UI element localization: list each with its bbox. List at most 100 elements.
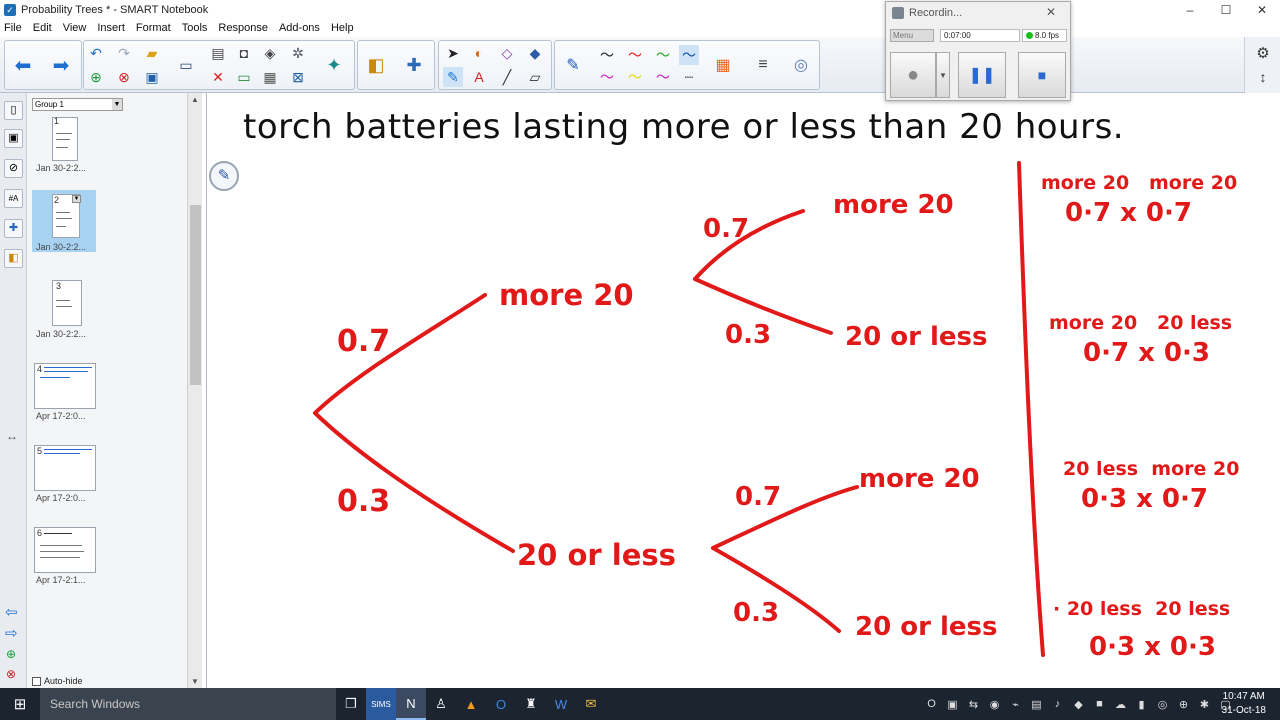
sorter-delete-page-icon[interactable]: ⊗ — [6, 667, 16, 681]
page-thumbnail-2[interactable]: 2 ▼ Jan 30-2:2... — [32, 190, 96, 252]
delete-page-icon[interactable]: ⊗ — [114, 67, 134, 87]
scroll-up-icon[interactable]: ▲ — [191, 95, 199, 104]
clear-icon[interactable]: ✕ — [208, 67, 228, 87]
tray-icon-6[interactable]: ▤ — [1026, 698, 1047, 711]
menu-insert[interactable]: Insert — [97, 22, 125, 34]
addons-tab-icon[interactable]: ✚ — [4, 219, 23, 238]
word-icon[interactable]: W — [546, 688, 576, 720]
pen-yellow-icon[interactable]: 〜 — [625, 67, 645, 87]
volume-icon[interactable]: ♪ — [1047, 698, 1068, 710]
menu-help[interactable]: Help — [331, 22, 354, 34]
tray-icon-12[interactable]: ◎ — [1152, 698, 1173, 711]
pen-magenta-icon[interactable]: 〜 — [597, 67, 617, 87]
resize-sidebar-icon[interactable]: ↔ — [6, 429, 18, 443]
previous-page-icon[interactable]: ⬅ — [13, 55, 33, 77]
scroll-down-icon[interactable]: ▼ — [191, 677, 199, 686]
task-view-icon[interactable]: ❐ — [336, 688, 366, 720]
page-thumbnail-4[interactable]: 4 Apr 17-2:0... — [32, 361, 96, 423]
tray-icon-9[interactable]: ■ — [1089, 698, 1110, 710]
clock[interactable]: 10:47 AM 31-Oct-18 — [1222, 690, 1266, 718]
eraser-icon[interactable]: ◇ — [497, 43, 517, 63]
tray-icon-1[interactable]: O — [921, 698, 942, 710]
transparency-icon[interactable]: ◎ — [791, 55, 811, 75]
recorder-close-icon[interactable]: ✕ — [1046, 5, 1056, 19]
start-button[interactable]: ⊞ — [0, 688, 40, 720]
add-page-icon[interactable]: ⊕ — [86, 67, 106, 87]
page-thumbnail-3[interactable]: 3 Jan 30-2:2... — [32, 278, 96, 340]
record-button[interactable]: ● — [890, 52, 936, 98]
whiteboard-canvas[interactable]: torch batteries lasting more or less tha… — [206, 93, 1280, 688]
onedrive-icon[interactable]: ☁ — [1110, 698, 1131, 711]
display-icon[interactable]: ▭ — [176, 55, 196, 75]
text-icon[interactable]: A — [469, 67, 489, 87]
autohide-option[interactable]: Auto-hide — [32, 676, 83, 686]
activity-builder-icon[interactable]: ✦ — [324, 55, 344, 75]
tray-icon-8[interactable]: ◆ — [1068, 698, 1089, 711]
menu-tools[interactable]: Tools — [182, 22, 208, 34]
page-thumbnail-1[interactable]: 1 Jan 30-2:2... — [32, 115, 96, 177]
menu-format[interactable]: Format — [136, 22, 171, 34]
autohide-checkbox[interactable] — [32, 676, 41, 686]
sims-app-icon[interactable]: SIMS — [366, 688, 396, 720]
sorter-scrollbar[interactable]: ▲ ▼ — [187, 93, 202, 688]
tray-icon-2[interactable]: ▣ — [942, 698, 963, 711]
sorter-left-arrow-icon[interactable]: ⇦ — [5, 603, 18, 621]
paste-icon[interactable]: ▤ — [208, 43, 228, 63]
screen-shade-icon[interactable]: ▭ — [234, 67, 254, 87]
screen-capture-icon[interactable]: ◘ — [234, 43, 254, 63]
tray-icon-11[interactable]: ▮ — [1131, 698, 1152, 711]
close-page-icon[interactable]: ⊠ — [288, 67, 308, 87]
tools-icon[interactable]: ✲ — [288, 43, 308, 63]
gallery-icon[interactable]: ◧ — [366, 55, 386, 75]
page-thumbnail-5[interactable]: 5 Apr 17-2:0... — [32, 443, 96, 505]
undo-icon[interactable]: ↶ — [86, 43, 106, 63]
save-icon[interactable]: ▣ — [142, 67, 162, 87]
pen-blue-icon[interactable]: 〜 — [679, 45, 699, 65]
document-camera-icon[interactable]: ◈ — [260, 43, 280, 63]
scrollbar-thumb[interactable] — [190, 205, 201, 385]
next-page-icon[interactable]: ➡ — [51, 55, 71, 77]
network-icon[interactable]: ⊕ — [1173, 698, 1194, 711]
pen-purple-icon[interactable]: 〜 — [653, 67, 673, 87]
gear-icon[interactable]: ⚙ — [1253, 43, 1273, 63]
pen-type-icon[interactable]: ✎ — [563, 55, 583, 75]
smart-notebook-app-icon[interactable]: N — [396, 688, 426, 720]
select-icon[interactable]: ➤ — [443, 43, 463, 63]
magic-pen-icon[interactable]: ◐ — [469, 43, 489, 63]
app-icon-7[interactable]: ♜ — [516, 688, 546, 720]
tray-icon-3[interactable]: ⇆ — [963, 698, 984, 711]
menu-file[interactable]: File — [4, 22, 22, 34]
maximize-button[interactable]: ☐ — [1208, 0, 1244, 20]
close-button[interactable]: ✕ — [1244, 0, 1280, 20]
tray-icon-5[interactable]: ⌁ — [1005, 698, 1026, 711]
line-style-icon[interactable]: ≡ — [753, 55, 773, 75]
group-select[interactable]: Group 1 ▼ — [32, 98, 123, 111]
pause-button[interactable]: ❚❚ — [958, 52, 1006, 98]
minimize-button[interactable]: – — [1172, 0, 1208, 20]
color-palette-icon[interactable]: ▦ — [713, 55, 733, 75]
addons-icon[interactable]: ✚ — [404, 55, 424, 75]
properties-tab-icon[interactable]: #A — [4, 189, 23, 208]
menu-view[interactable]: View — [63, 22, 87, 34]
fill-icon[interactable]: ◆ — [525, 43, 545, 63]
toolbar-position-icon[interactable]: ↕ — [1253, 67, 1273, 87]
app-icon-4[interactable]: ♙ — [426, 688, 456, 720]
outlook-icon[interactable]: O — [486, 688, 516, 720]
vlc-icon[interactable]: ▲ — [456, 688, 486, 720]
pen-dashed-icon[interactable]: ┈ — [679, 67, 699, 87]
pen-green-icon[interactable]: 〜 — [653, 45, 673, 65]
recorder-menu[interactable]: Menu — [890, 29, 934, 42]
mail-icon[interactable]: ✉ — [576, 688, 606, 720]
page-menu-icon[interactable]: ▼ — [72, 195, 81, 203]
sorter-add-page-icon[interactable]: ⊕ — [6, 647, 16, 661]
stop-button[interactable]: ■ — [1018, 52, 1066, 98]
line-icon[interactable]: ╱ — [497, 67, 517, 87]
table-icon[interactable]: ▦ — [260, 67, 280, 87]
open-file-icon[interactable]: ▰ — [142, 43, 162, 63]
menu-response[interactable]: Response — [218, 22, 268, 34]
tray-icon-4[interactable]: ◉ — [984, 698, 1005, 711]
pen-red-icon[interactable]: 〜 — [625, 45, 645, 65]
attachments-tab-icon[interactable]: ⊘ — [4, 159, 23, 178]
redo-icon[interactable]: ↷ — [114, 43, 134, 63]
pen-icon[interactable]: ✎ — [443, 67, 463, 87]
